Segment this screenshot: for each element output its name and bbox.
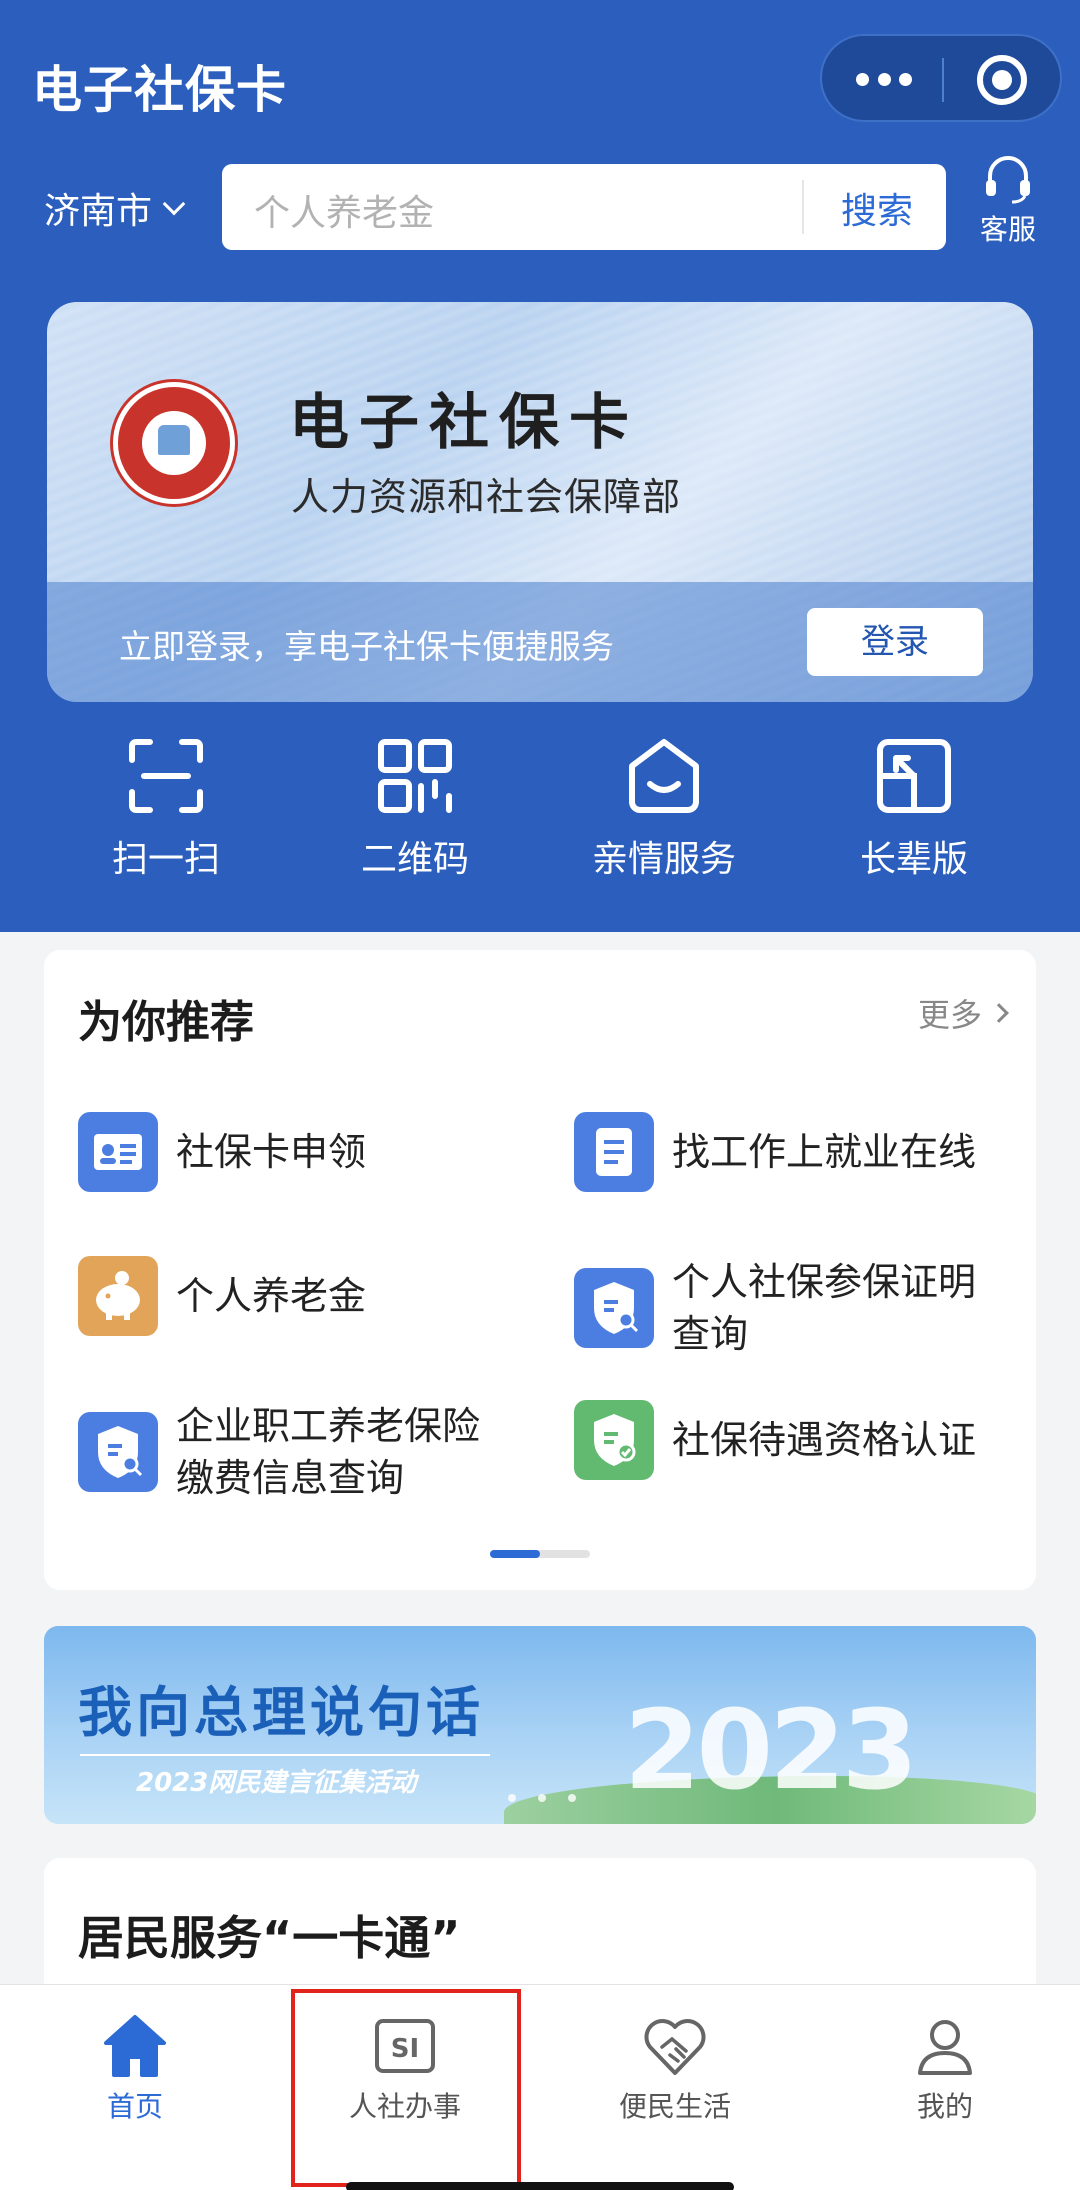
user-icon — [918, 2020, 972, 2075]
more-menu-icon[interactable] — [856, 64, 912, 94]
piggy-bank-icon — [78, 1256, 158, 1336]
tab-label: 便民生活 — [618, 2090, 731, 2123]
more-link[interactable]: 更多 — [917, 990, 1009, 1036]
tab-home[interactable]: 首页 — [35, 2011, 235, 2125]
login-button[interactable]: 登录 — [807, 608, 983, 676]
quick-actions: 扫一扫 二维码 亲情服务 长辈版 — [0, 736, 1080, 886]
recommend-item-benefit-qualification[interactable]: 社保待遇资格认证 — [574, 1400, 976, 1480]
recommend-item-employee-pension-query[interactable]: 企业职工养老保险 缴费信息查询 — [78, 1400, 480, 1504]
quick-action-label: 长辈版 — [859, 839, 968, 880]
document-icon — [574, 1112, 654, 1192]
recommend-item-insurance-certificate[interactable]: 个人社保参保证明 查询 — [574, 1256, 976, 1360]
family-service-icon — [629, 739, 699, 813]
recommend-item-pension[interactable]: 个人养老金 — [78, 1256, 366, 1336]
login-tip: 立即登录，享电子社保卡便捷服务 — [119, 627, 614, 666]
tab-mine[interactable]: 我的 — [845, 2011, 1045, 2125]
search-divider — [802, 180, 804, 234]
card-subtitle: 人力资源和社会保障部 — [291, 475, 682, 519]
recommend-item-label: 找工作上就业在线 — [672, 1130, 977, 1174]
recommend-item-label: 社保卡申领 — [176, 1130, 367, 1174]
recommend-item-label: 个人社保参保证明 查询 — [672, 1260, 977, 1356]
city-label: 济南市 — [44, 191, 153, 232]
search-bar[interactable]: 个人养老金 搜索 — [222, 164, 946, 250]
quick-action-label: 二维码 — [360, 839, 469, 880]
quick-family-service[interactable]: 亲情服务 — [564, 736, 764, 882]
promo-year: 2023 — [624, 1686, 918, 1814]
chevron-down-icon — [162, 192, 186, 216]
mini-program-capsule — [820, 34, 1062, 122]
id-card-icon — [78, 1112, 158, 1192]
customer-service-label: 客服 — [979, 213, 1036, 246]
shield-search-icon — [78, 1412, 158, 1492]
city-selector[interactable]: 济南市 — [44, 182, 186, 234]
quick-elder-mode[interactable]: 长辈版 — [814, 736, 1014, 882]
quick-scan[interactable]: 扫一扫 — [66, 736, 266, 882]
tab-highlight-box — [291, 1989, 521, 2187]
header: 电子社保卡 济南市 个人养老金 搜索 客服 电子社保卡 人力资源和社会保障部 立… — [0, 0, 1080, 932]
recommend-title: 为你推荐 — [78, 997, 254, 1048]
headset-icon — [986, 156, 1030, 204]
social-security-seal-logo — [113, 382, 235, 504]
tab-life-services[interactable]: 便民生活 — [575, 2011, 775, 2125]
search-input[interactable]: 个人养老金 — [254, 184, 434, 236]
promo-banner[interactable]: 2023 我向总理说句话 2023网民建言征集活动 — [44, 1626, 1036, 1824]
tab-label: 首页 — [106, 2090, 163, 2123]
promo-subtitle: 2023网民建言征集活动 — [136, 1768, 417, 1798]
promo-underline — [80, 1754, 490, 1756]
home-icon — [104, 2015, 166, 2077]
card-title: 电子社保卡 — [289, 388, 639, 458]
app-title: 电子社保卡 — [32, 61, 287, 119]
recommend-item-job-online[interactable]: 找工作上就业在线 — [574, 1112, 976, 1192]
shield-search-icon — [574, 1268, 654, 1348]
search-button[interactable]: 搜索 — [822, 182, 932, 234]
home-indicator — [346, 2182, 734, 2190]
scan-icon — [129, 739, 203, 813]
quick-action-label: 扫一扫 — [111, 839, 220, 880]
quick-action-label: 亲情服务 — [591, 839, 736, 880]
recommend-item-card-apply[interactable]: 社保卡申领 — [78, 1112, 366, 1192]
elder-mode-icon — [877, 739, 951, 813]
app-screen: 电子社保卡 济南市 个人养老金 搜索 客服 电子社保卡 人力资源和社会保障部 立… — [0, 0, 1080, 2190]
social-security-card: 电子社保卡 人力资源和社会保障部 立即登录，享电子社保卡便捷服务 登录 — [47, 302, 1033, 702]
more-label: 更多 — [917, 996, 982, 1034]
capsule-divider — [942, 58, 944, 102]
recommend-item-label: 个人养老金 — [176, 1274, 367, 1318]
recommend-page-indicator — [490, 1550, 590, 1558]
customer-service-button[interactable]: 客服 — [978, 156, 1038, 248]
bottom-tab-bar: 首页 SI 人社办事 便民生活 我的 — [0, 1984, 1080, 2190]
recommend-item-label: 企业职工养老保险 缴费信息查询 — [176, 1404, 481, 1500]
promo-carousel-dots — [508, 1794, 576, 1802]
promo-title: 我向总理说句话 — [78, 1680, 484, 1744]
recommend-item-label: 社保待遇资格认证 — [672, 1418, 977, 1462]
residents-title: 居民服务“一卡通” — [78, 1911, 461, 1965]
chevron-right-icon — [989, 1003, 1009, 1023]
shield-check-icon — [574, 1400, 654, 1480]
tab-label: 我的 — [916, 2090, 973, 2123]
qrcode-icon — [378, 739, 452, 813]
login-bar: 立即登录，享电子社保卡便捷服务 登录 — [47, 582, 1033, 702]
recommend-section: 为你推荐 更多 社保卡申领 找工作上就业在线 个人养老金 个人社保参保证明 查询… — [44, 950, 1036, 1590]
close-target-icon[interactable] — [977, 55, 1027, 105]
heart-handshake-icon — [644, 2019, 706, 2075]
quick-qrcode[interactable]: 二维码 — [315, 736, 515, 882]
